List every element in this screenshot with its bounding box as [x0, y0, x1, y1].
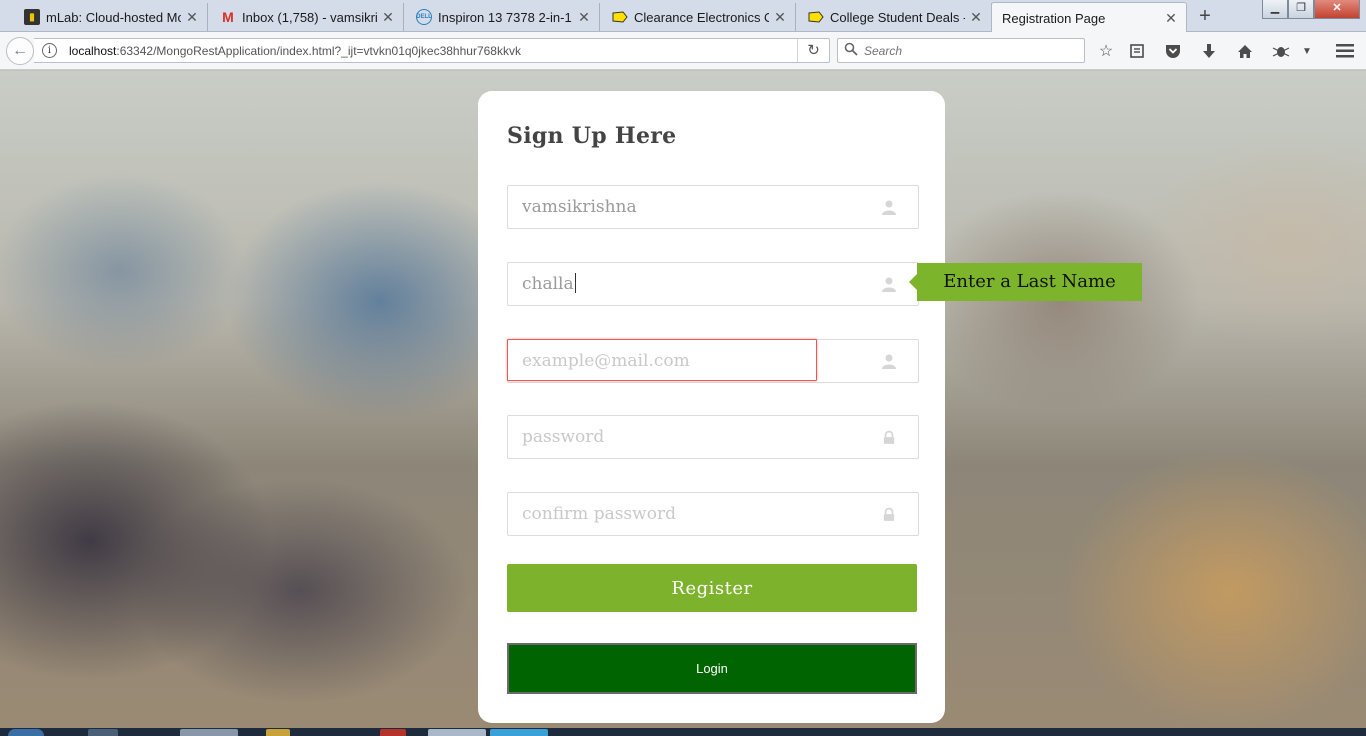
- taskbar-app[interactable]: [88, 729, 118, 736]
- mlab-icon: ▮: [24, 9, 40, 25]
- new-tab-button[interactable]: +: [1195, 5, 1215, 27]
- lock-icon: [883, 507, 895, 521]
- confirm-password-input[interactable]: [508, 493, 918, 535]
- gmail-icon: M: [222, 9, 234, 25]
- close-icon[interactable]: ✕: [185, 9, 199, 26]
- tab-clearance[interactable]: Clearance Electronics Outlet ✕: [602, 3, 796, 31]
- os-taskbar: [0, 728, 1366, 736]
- last-name-value: challa: [522, 274, 574, 294]
- first-name-input[interactable]: [508, 186, 918, 228]
- close-icon[interactable]: ✕: [969, 9, 983, 26]
- first-name-field[interactable]: [507, 185, 919, 229]
- validation-tooltip: Enter a Last Name: [909, 263, 1142, 301]
- lock-icon: [883, 430, 895, 444]
- tab-dell[interactable]: DELL Inspiron 13 7378 2-in-1 Laptop ✕: [406, 3, 600, 31]
- close-icon[interactable]: ✕: [381, 9, 395, 26]
- search-bar[interactable]: [837, 38, 1085, 63]
- navigation-toolbar: ← i localhost:63342/MongoRestApplication…: [0, 32, 1366, 70]
- maximize-button[interactable]: ❐: [1288, 0, 1314, 19]
- url-text[interactable]: localhost:63342/MongoRestApplication/ind…: [69, 44, 521, 58]
- url-host: localhost: [69, 44, 117, 58]
- tab-title: Registration Page: [1002, 10, 1106, 26]
- user-icon: [882, 354, 896, 369]
- chevron-down-icon[interactable]: ▼: [1296, 41, 1318, 61]
- close-icon[interactable]: ✕: [773, 9, 787, 26]
- page-title: Sign Up Here: [507, 123, 677, 149]
- back-button[interactable]: ←: [6, 37, 34, 65]
- tab-gmail[interactable]: M Inbox (1,758) - vamsikrishna ✕: [210, 3, 404, 31]
- window-close-button[interactable]: ✕: [1314, 0, 1360, 19]
- reload-icon[interactable]: ↻: [797, 39, 829, 62]
- bestbuy-icon: [808, 9, 824, 25]
- password-field[interactable]: [507, 415, 919, 459]
- taskbar-app[interactable]: [428, 729, 486, 736]
- taskbar-app[interactable]: [490, 729, 548, 736]
- close-icon[interactable]: ✕: [577, 9, 591, 26]
- tab-registration-page[interactable]: Registration Page ✕: [991, 2, 1187, 33]
- taskbar-app[interactable]: [266, 729, 290, 736]
- tab-mlab[interactable]: ▮ mLab: Cloud-hosted MongoDB ✕: [14, 3, 208, 31]
- pocket-icon[interactable]: [1162, 41, 1184, 61]
- confirm-password-field[interactable]: [507, 492, 919, 536]
- start-button[interactable]: [8, 729, 44, 736]
- last-name-field[interactable]: challa: [507, 262, 919, 306]
- reading-list-icon[interactable]: [1126, 41, 1148, 61]
- user-icon: [882, 277, 896, 292]
- tab-college-deals[interactable]: College Student Deals - Best Buy ✕: [798, 3, 992, 31]
- close-icon[interactable]: ✕: [1164, 10, 1178, 27]
- url-path: :63342/MongoRestApplication/index.html?_…: [116, 44, 521, 58]
- taskbar-app[interactable]: [380, 729, 406, 736]
- text-cursor: [574, 273, 576, 293]
- tab-title: Inspiron 13 7378 2-in-1 Laptop: [438, 9, 573, 25]
- email-input[interactable]: [508, 340, 918, 382]
- tab-title: Inbox (1,758) - vamsikrishna: [242, 9, 377, 25]
- signup-card: Sign Up Here challa Register Login: [478, 91, 945, 723]
- login-button[interactable]: Login: [507, 643, 917, 694]
- address-bar[interactable]: i localhost:63342/MongoRestApplication/i…: [34, 38, 830, 63]
- tab-title: Clearance Electronics Outlet: [634, 9, 769, 25]
- window-controls: ▁ ❐ ✕: [1262, 0, 1360, 19]
- bestbuy-icon: [612, 9, 628, 25]
- email-field[interactable]: [507, 339, 919, 383]
- last-name-input[interactable]: challa: [522, 273, 576, 294]
- password-input[interactable]: [508, 416, 918, 458]
- info-icon[interactable]: i: [42, 43, 57, 58]
- dell-icon: DELL: [416, 9, 432, 25]
- minimize-button[interactable]: ▁: [1262, 0, 1288, 19]
- tab-title: College Student Deals - Best Buy: [830, 9, 965, 25]
- taskbar-app[interactable]: [180, 729, 238, 736]
- search-icon: [844, 42, 858, 56]
- tab-title: mLab: Cloud-hosted MongoDB: [46, 9, 181, 25]
- search-input[interactable]: [864, 42, 1074, 59]
- page-background: Sign Up Here challa Register Login: [0, 71, 1366, 728]
- extension-bug-icon[interactable]: [1270, 41, 1292, 61]
- bookmark-star-icon[interactable]: ☆: [1095, 41, 1117, 61]
- download-icon[interactable]: [1198, 41, 1220, 61]
- register-button[interactable]: Register: [507, 564, 917, 612]
- menu-icon[interactable]: [1334, 41, 1356, 61]
- tab-strip: ▮ mLab: Cloud-hosted MongoDB ✕ M Inbox (…: [0, 0, 1366, 33]
- user-icon: [882, 200, 896, 215]
- home-icon[interactable]: [1234, 41, 1256, 61]
